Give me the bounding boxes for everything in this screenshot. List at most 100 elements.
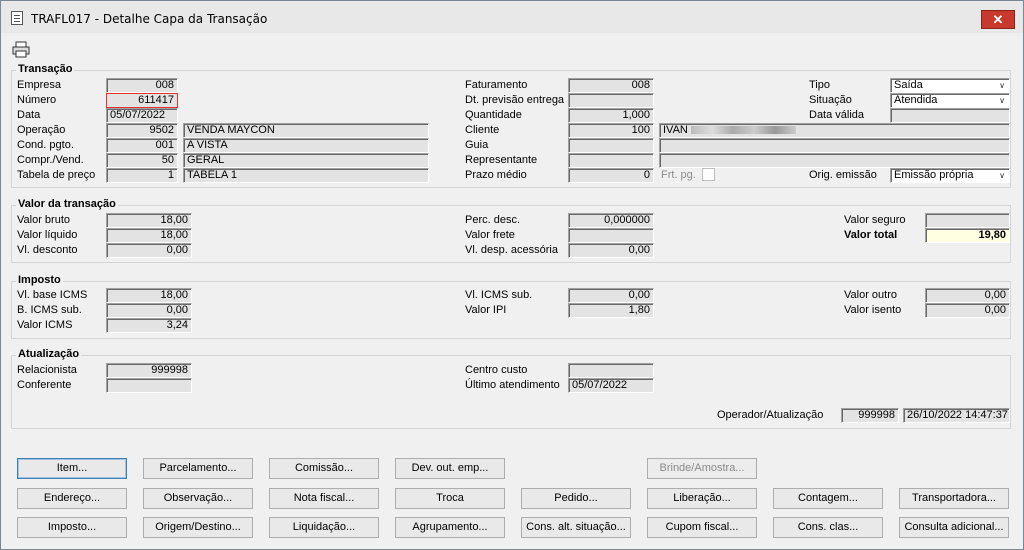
- origem-destino-button[interactable]: Origem/Destino...: [143, 517, 253, 538]
- quantidade-field[interactable]: 1,000: [568, 108, 654, 123]
- total-field[interactable]: 19,80: [925, 228, 1010, 243]
- outro-field[interactable]: 0,00: [925, 288, 1010, 303]
- consulta-adicional-button[interactable]: Consulta adicional...: [899, 517, 1009, 538]
- icmssub-field[interactable]: 0,00: [568, 288, 654, 303]
- observacao-button[interactable]: Observação...: [143, 488, 253, 509]
- cond-label: Cond. pgto.: [17, 139, 74, 151]
- origem-label: Orig. emissão: [809, 169, 877, 181]
- ultimo-field[interactable]: 05/07/2022: [568, 378, 654, 393]
- cupom-fiscal-button[interactable]: Cupom fiscal...: [647, 517, 757, 538]
- bicmssub-field[interactable]: 0,00: [106, 303, 192, 318]
- situacao-value: Atendida: [894, 94, 938, 106]
- seguro-label: Valor seguro: [844, 214, 906, 226]
- parcelamento-button[interactable]: Parcelamento...: [143, 458, 253, 479]
- datavalida-label: Data válida: [809, 109, 865, 121]
- relacionista-field[interactable]: 999998: [106, 363, 192, 378]
- faturamento-field[interactable]: 008: [568, 78, 654, 93]
- despacess-field[interactable]: 0,00: [568, 243, 654, 258]
- compr-desc-field[interactable]: GERAL: [183, 153, 429, 168]
- cond-desc-field[interactable]: A VISTA: [183, 138, 429, 153]
- print-icon[interactable]: [12, 41, 30, 58]
- cliente-name-field[interactable]: IVAN: [659, 123, 1010, 138]
- liquido-field[interactable]: 18,00: [106, 228, 192, 243]
- transportadora-button[interactable]: Transportadora...: [899, 488, 1009, 509]
- cons-clas-button[interactable]: Cons. clas...: [773, 517, 883, 538]
- operador-date-field[interactable]: 26/10/2022 14:47:37: [903, 408, 1010, 423]
- prazo-field[interactable]: 0: [568, 168, 654, 183]
- baseicms-field[interactable]: 18,00: [106, 288, 192, 303]
- representante-label: Representante: [465, 154, 538, 166]
- empresa-field[interactable]: 008: [106, 78, 178, 93]
- isento-field[interactable]: 0,00: [925, 303, 1010, 318]
- desconto-field[interactable]: 0,00: [106, 243, 192, 258]
- tipo-value: Saída: [894, 79, 923, 91]
- title-bar: TRAFL017 - Detalhe Capa da Transação ✕: [1, 1, 1023, 33]
- numero-field[interactable]: 611417: [106, 93, 178, 108]
- liquido-label: Valor líquido: [17, 229, 78, 241]
- bicmssub-label: B. ICMS sub.: [17, 304, 82, 316]
- icmssub-label: Vl. ICMS sub.: [465, 289, 533, 301]
- comissao-button[interactable]: Comissão...: [269, 458, 379, 479]
- contagem-button[interactable]: Contagem...: [773, 488, 883, 509]
- chevron-down-icon[interactable]: ∨: [996, 170, 1008, 181]
- transacao-legend: Transação: [16, 63, 75, 75]
- origem-select[interactable]: Emissão própria ∨: [890, 168, 1010, 183]
- liquidacao-button[interactable]: Liquidação...: [269, 517, 379, 538]
- chevron-down-icon[interactable]: ∨: [996, 95, 1008, 106]
- conferente-field[interactable]: [106, 378, 192, 393]
- atualizacao-legend: Atualização: [16, 348, 82, 360]
- operador-field[interactable]: 999998: [841, 408, 899, 423]
- frtpg-checkbox[interactable]: [702, 168, 715, 181]
- situacao-select[interactable]: Atendida ∨: [890, 93, 1010, 108]
- compr-code-field[interactable]: 50: [106, 153, 178, 168]
- datavalida-field[interactable]: [890, 108, 1010, 123]
- tabela-label: Tabela de preço: [17, 169, 96, 181]
- cons-alt-situacao-button[interactable]: Cons. alt. situação...: [521, 517, 631, 538]
- guia-desc-field[interactable]: [659, 138, 1010, 153]
- prazo-label: Prazo médio: [465, 169, 527, 181]
- cliente-code-field[interactable]: 100: [568, 123, 654, 138]
- valoricms-label: Valor ICMS: [17, 319, 73, 331]
- faturamento-label: Faturamento: [465, 79, 528, 91]
- pedido-button[interactable]: Pedido...: [521, 488, 631, 509]
- endereco-button[interactable]: Endereço...: [17, 488, 127, 509]
- dtprev-label: Dt. previsão entrega: [465, 94, 565, 106]
- tipo-label: Tipo: [809, 79, 830, 91]
- liberacao-button[interactable]: Liberação...: [647, 488, 757, 509]
- item-button[interactable]: Item...: [17, 458, 127, 479]
- blurred-text: [690, 126, 796, 135]
- imposto-button[interactable]: Imposto...: [17, 517, 127, 538]
- dtprev-field[interactable]: [568, 93, 654, 108]
- frete-label: Valor frete: [465, 229, 515, 241]
- seguro-field[interactable]: [925, 213, 1010, 228]
- tipo-select[interactable]: Saída ∨: [890, 78, 1010, 93]
- percdesc-field[interactable]: 0,000000: [568, 213, 654, 228]
- data-label: Data: [17, 109, 41, 121]
- cond-code-field[interactable]: 001: [106, 138, 178, 153]
- nota-fiscal-button[interactable]: Nota fiscal...: [269, 488, 379, 509]
- brinde-amostra-button[interactable]: Brinde/Amostra...: [647, 458, 757, 479]
- centrocusto-field[interactable]: [568, 363, 654, 378]
- toolbar: [1, 34, 1023, 60]
- operacao-desc-field[interactable]: VENDA MAYCON: [183, 123, 429, 138]
- total-label: Valor total: [844, 229, 898, 241]
- representante-field[interactable]: [568, 153, 654, 168]
- ipi-field[interactable]: 1,80: [568, 303, 654, 318]
- troca-button[interactable]: Troca: [395, 488, 505, 509]
- valoricms-field[interactable]: 3,24: [106, 318, 192, 333]
- close-button[interactable]: ✕: [981, 10, 1015, 29]
- bruto-field[interactable]: 18,00: [106, 213, 192, 228]
- operacao-code-field[interactable]: 9502: [106, 123, 178, 138]
- imposto-legend: Imposto: [16, 274, 63, 286]
- guia-field[interactable]: [568, 138, 654, 153]
- tabela-code-field[interactable]: 1: [106, 168, 178, 183]
- frete-field[interactable]: [568, 228, 654, 243]
- representante-desc-field[interactable]: [659, 153, 1010, 168]
- dev-out-emp-button[interactable]: Dev. out. emp...: [395, 458, 505, 479]
- tabela-desc-field[interactable]: TABELA 1: [183, 168, 429, 183]
- data-field[interactable]: 05/07/2022: [106, 108, 178, 123]
- compr-label: Compr./Vend.: [17, 154, 84, 166]
- chevron-down-icon[interactable]: ∨: [996, 80, 1008, 91]
- agrupamento-button[interactable]: Agrupamento...: [395, 517, 505, 538]
- numero-label: Número: [17, 94, 57, 106]
